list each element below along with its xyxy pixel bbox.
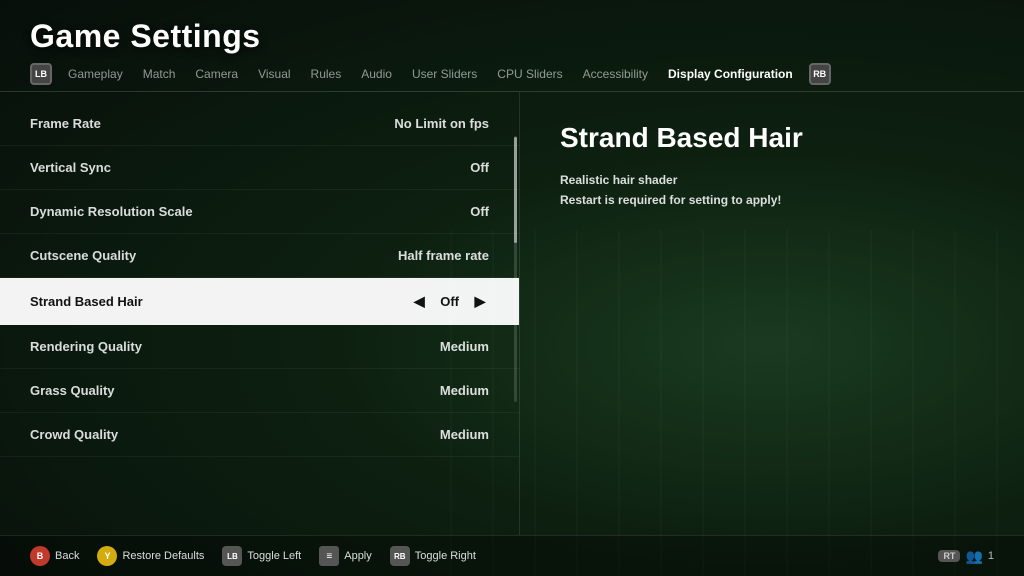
setting-value-frame-rate: No Limit on fps <box>394 116 489 131</box>
setting-label-vertical-sync: Vertical Sync <box>30 160 111 175</box>
lb-controller-icon[interactable]: LB <box>30 63 52 85</box>
header: Game Settings <box>0 0 1024 55</box>
tab-match[interactable]: Match <box>133 65 186 83</box>
rt-box: RT <box>938 550 960 562</box>
tab-audio[interactable]: Audio <box>351 65 402 83</box>
setting-dynamic-resolution[interactable]: Dynamic Resolution Scale Off <box>0 190 519 234</box>
footer-apply[interactable]: ≡ Apply <box>319 546 372 566</box>
tab-user-sliders[interactable]: User Sliders <box>402 65 487 83</box>
b-button-icon: B <box>30 546 50 566</box>
rb-controller-icon[interactable]: RB <box>809 63 831 85</box>
tab-accessibility[interactable]: Accessibility <box>573 65 658 83</box>
setting-label-strand-based-hair: Strand Based Hair <box>30 294 143 309</box>
setting-frame-rate[interactable]: Frame Rate No Limit on fps <box>0 102 519 146</box>
arrow-left-icon[interactable]: ◀ <box>410 292 428 310</box>
setting-label-grass-quality: Grass Quality <box>30 383 115 398</box>
setting-label-cutscene-quality: Cutscene Quality <box>30 248 136 263</box>
toggle-right-label: Toggle Right <box>415 550 476 562</box>
menu-button-icon: ≡ <box>319 546 339 566</box>
tab-bar: LB Gameplay Match Camera Visual Rules Au… <box>0 55 1024 92</box>
footer-controls: B Back Y Restore Defaults LB Toggle Left… <box>30 546 476 566</box>
detail-description: Realistic hair shader Restart is require… <box>560 170 984 211</box>
arrow-right-icon[interactable]: ▶ <box>471 292 489 310</box>
setting-value-strand-based-hair: Off <box>440 294 459 309</box>
setting-label-dynamic-resolution: Dynamic Resolution Scale <box>30 204 193 219</box>
main-content: Frame Rate No Limit on fps Vertical Sync… <box>0 92 1024 535</box>
footer-back[interactable]: B Back <box>30 546 79 566</box>
tab-rules[interactable]: Rules <box>301 65 352 83</box>
player-count: 1 <box>988 550 994 562</box>
setting-value-grass-quality: Medium <box>440 383 489 398</box>
footer: B Back Y Restore Defaults LB Toggle Left… <box>0 535 1024 576</box>
tab-gameplay[interactable]: Gameplay <box>58 65 133 83</box>
setting-value-vertical-sync: Off <box>470 160 489 175</box>
tab-visual[interactable]: Visual <box>248 65 300 83</box>
back-label: Back <box>55 550 79 562</box>
detail-title: Strand Based Hair <box>560 122 984 154</box>
page-title: Game Settings <box>30 18 994 55</box>
apply-label: Apply <box>344 550 372 562</box>
setting-vertical-sync[interactable]: Vertical Sync Off <box>0 146 519 190</box>
tab-camera[interactable]: Camera <box>185 65 248 83</box>
settings-list: Frame Rate No Limit on fps Vertical Sync… <box>0 92 520 535</box>
toggle-left-label: Toggle Left <box>247 550 301 562</box>
rb-button-icon: RB <box>390 546 410 566</box>
detail-desc-line1: Realistic hair shader <box>560 170 984 190</box>
setting-crowd-quality[interactable]: Crowd Quality Medium <box>0 413 519 457</box>
setting-value-rendering-quality: Medium <box>440 339 489 354</box>
setting-label-rendering-quality: Rendering Quality <box>30 339 142 354</box>
detail-panel: Strand Based Hair Realistic hair shader … <box>520 92 1024 535</box>
scroll-indicator <box>514 136 517 402</box>
tab-cpu-sliders[interactable]: CPU Sliders <box>487 65 572 83</box>
footer-player-info: RT 👥 1 <box>938 548 994 565</box>
detail-desc-line2: Restart is required for setting to apply… <box>560 190 984 210</box>
footer-toggle-right[interactable]: RB Toggle Right <box>390 546 476 566</box>
tab-display-configuration[interactable]: Display Configuration <box>658 65 803 83</box>
setting-grass-quality[interactable]: Grass Quality Medium <box>0 369 519 413</box>
lb-button-icon: LB <box>222 546 242 566</box>
player-icon: 👥 <box>965 548 982 565</box>
footer-restore-defaults[interactable]: Y Restore Defaults <box>97 546 204 566</box>
setting-value-dynamic-resolution: Off <box>470 204 489 219</box>
rt-indicator: RT 👥 1 <box>938 548 994 565</box>
setting-label-crowd-quality: Crowd Quality <box>30 427 118 442</box>
footer-toggle-left[interactable]: LB Toggle Left <box>222 546 301 566</box>
setting-label-frame-rate: Frame Rate <box>30 116 101 131</box>
setting-cutscene-quality[interactable]: Cutscene Quality Half frame rate <box>0 234 519 278</box>
setting-value-cutscene-quality: Half frame rate <box>398 248 489 263</box>
setting-rendering-quality[interactable]: Rendering Quality Medium <box>0 325 519 369</box>
restore-defaults-label: Restore Defaults <box>122 550 204 562</box>
scroll-thumb <box>514 137 517 243</box>
setting-strand-based-hair[interactable]: Strand Based Hair ◀ Off ▶ <box>0 278 519 325</box>
arrow-control: ◀ Off ▶ <box>410 292 489 310</box>
y-button-icon: Y <box>97 546 117 566</box>
setting-value-crowd-quality: Medium <box>440 427 489 442</box>
